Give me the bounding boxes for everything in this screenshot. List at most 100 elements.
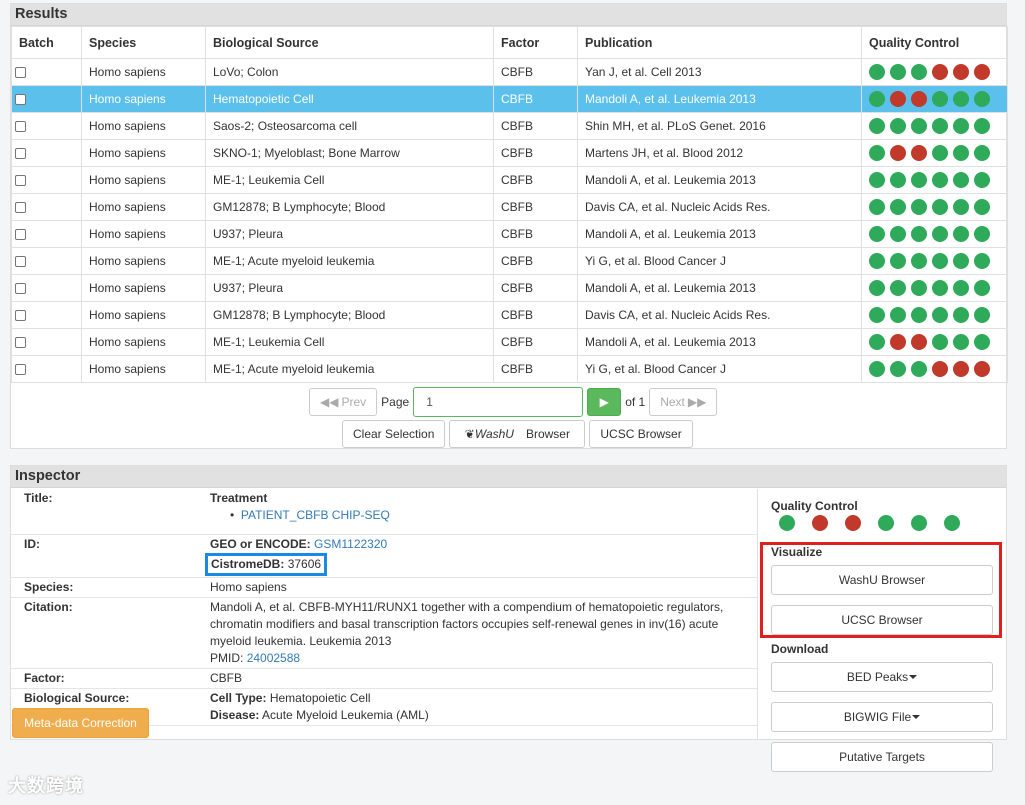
col-species[interactable]: Species xyxy=(81,26,206,59)
batch-checkbox[interactable] xyxy=(15,310,26,322)
table-row[interactable]: Homo sapiens ME-1; Acute myeloid leukemia… xyxy=(11,247,1008,275)
qc-pass-dot[interactable] xyxy=(779,515,795,531)
qc-pass-dot[interactable] xyxy=(953,280,969,296)
qc-pass-dot[interactable] xyxy=(932,145,948,161)
batch-checkbox[interactable] xyxy=(15,229,26,241)
qc-pass-dot[interactable] xyxy=(974,280,990,296)
qc-pass-dot[interactable] xyxy=(869,199,885,215)
batch-checkbox[interactable] xyxy=(15,256,26,268)
qc-pass-dot[interactable] xyxy=(953,307,969,323)
ucsc-browser-button[interactable]: UCSC Browser xyxy=(589,420,693,448)
batch-checkbox[interactable] xyxy=(15,364,26,376)
table-row[interactable]: Homo sapiens Saos-2; Osteosarcoma cell CBF… xyxy=(11,112,1008,140)
qc-pass-dot[interactable] xyxy=(869,253,885,269)
qc-pass-dot[interactable] xyxy=(953,334,969,350)
batch-checkbox[interactable] xyxy=(15,202,26,214)
qc-pass-dot[interactable] xyxy=(911,226,927,242)
col-quality-control[interactable]: Quality Control xyxy=(861,26,1008,59)
qc-pass-dot[interactable] xyxy=(974,172,990,188)
qc-pass-dot[interactable] xyxy=(974,91,990,107)
treatment-link[interactable]: PATIENT_CBFB CHIP-SEQ xyxy=(241,508,390,522)
table-row[interactable]: Homo sapiens LoVo; Colon CBFB Yan J, et al.… xyxy=(11,58,1008,86)
qc-pass-dot[interactable] xyxy=(911,280,927,296)
qc-pass-dot[interactable] xyxy=(953,118,969,134)
bed-peaks-dropdown[interactable]: BED Peaks xyxy=(771,662,993,692)
qc-fail-dot[interactable] xyxy=(953,361,969,377)
batch-checkbox[interactable] xyxy=(15,283,26,295)
batch-checkbox[interactable] xyxy=(15,175,26,187)
ucsc-browser-side-button[interactable]: UCSC Browser xyxy=(771,605,993,635)
qc-pass-dot[interactable] xyxy=(890,118,906,134)
qc-fail-dot[interactable] xyxy=(845,515,861,531)
qc-pass-dot[interactable] xyxy=(869,172,885,188)
page-input[interactable]: 1 xyxy=(413,387,584,417)
qc-pass-dot[interactable] xyxy=(890,307,906,323)
qc-fail-dot[interactable] xyxy=(974,361,990,377)
qc-pass-dot[interactable] xyxy=(974,307,990,323)
qc-pass-dot[interactable] xyxy=(869,64,885,80)
qc-pass-dot[interactable] xyxy=(953,172,969,188)
qc-pass-dot[interactable] xyxy=(932,172,948,188)
qc-pass-dot[interactable] xyxy=(932,226,948,242)
qc-pass-dot[interactable] xyxy=(932,334,948,350)
clear-selection-button[interactable]: Clear Selection xyxy=(342,420,446,448)
qc-fail-dot[interactable] xyxy=(890,145,906,161)
qc-fail-dot[interactable] xyxy=(974,64,990,80)
qc-pass-dot[interactable] xyxy=(953,91,969,107)
qc-pass-dot[interactable] xyxy=(974,118,990,134)
qc-fail-dot[interactable] xyxy=(932,361,948,377)
table-row[interactable]: Homo sapiens U937; Pleura CBFB Mandoli A, e… xyxy=(11,274,1008,302)
qc-pass-dot[interactable] xyxy=(911,515,927,531)
qc-pass-dot[interactable] xyxy=(932,118,948,134)
qc-pass-dot[interactable] xyxy=(890,226,906,242)
qc-pass-dot[interactable] xyxy=(974,145,990,161)
qc-pass-dot[interactable] xyxy=(932,253,948,269)
qc-pass-dot[interactable] xyxy=(890,64,906,80)
qc-pass-dot[interactable] xyxy=(890,199,906,215)
qc-pass-dot[interactable] xyxy=(869,361,885,377)
qc-pass-dot[interactable] xyxy=(974,253,990,269)
qc-pass-dot[interactable] xyxy=(869,280,885,296)
go-button[interactable]: ▶ xyxy=(587,388,622,416)
qc-pass-dot[interactable] xyxy=(911,118,927,134)
geo-link[interactable]: GSM1122320 xyxy=(314,537,387,551)
qc-pass-dot[interactable] xyxy=(911,172,927,188)
qc-pass-dot[interactable] xyxy=(869,334,885,350)
qc-pass-dot[interactable] xyxy=(869,91,885,107)
qc-pass-dot[interactable] xyxy=(869,307,885,323)
qc-pass-dot[interactable] xyxy=(974,334,990,350)
putative-targets-button[interactable]: Putative Targets xyxy=(771,742,993,772)
qc-fail-dot[interactable] xyxy=(953,64,969,80)
qc-pass-dot[interactable] xyxy=(911,64,927,80)
prev-button[interactable]: ◀◀ Prev xyxy=(309,388,378,416)
batch-checkbox[interactable] xyxy=(15,94,26,106)
qc-fail-dot[interactable] xyxy=(812,515,828,531)
qc-pass-dot[interactable] xyxy=(911,361,927,377)
batch-checkbox[interactable] xyxy=(15,121,26,133)
qc-pass-dot[interactable] xyxy=(932,280,948,296)
qc-pass-dot[interactable] xyxy=(869,118,885,134)
qc-fail-dot[interactable] xyxy=(911,91,927,107)
qc-pass-dot[interactable] xyxy=(932,307,948,323)
col-biological-source[interactable]: Biological Source xyxy=(205,26,494,59)
qc-fail-dot[interactable] xyxy=(911,145,927,161)
table-row[interactable]: Homo sapiens ME-1; Leukemia Cell CBFB Mando… xyxy=(11,166,1008,194)
batch-checkbox[interactable] xyxy=(15,148,26,160)
batch-checkbox[interactable] xyxy=(15,67,26,79)
next-button[interactable]: Next ▶▶ xyxy=(649,388,718,416)
qc-pass-dot[interactable] xyxy=(869,145,885,161)
table-row[interactable]: Homo sapiens SKNO-1; Myeloblast; Bone Mar… xyxy=(11,139,1008,167)
col-batch[interactable]: Batch xyxy=(11,26,82,59)
col-publication[interactable]: Publication xyxy=(577,26,862,59)
qc-pass-dot[interactable] xyxy=(953,253,969,269)
qc-pass-dot[interactable] xyxy=(932,91,948,107)
qc-pass-dot[interactable] xyxy=(911,199,927,215)
table-row[interactable]: Homo sapiens ME-1; Leukemia Cell CBFB Mando… xyxy=(11,328,1008,356)
qc-pass-dot[interactable] xyxy=(932,199,948,215)
qc-pass-dot[interactable] xyxy=(974,226,990,242)
qc-fail-dot[interactable] xyxy=(932,64,948,80)
qc-fail-dot[interactable] xyxy=(911,334,927,350)
qc-pass-dot[interactable] xyxy=(890,280,906,296)
qc-pass-dot[interactable] xyxy=(944,515,960,531)
qc-pass-dot[interactable] xyxy=(911,253,927,269)
